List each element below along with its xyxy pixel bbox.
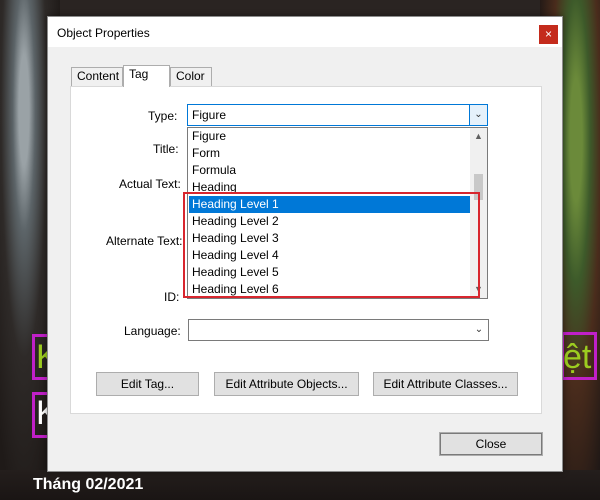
dropdown-option-figure[interactable]: Figure: [189, 128, 470, 145]
language-label: Language:: [124, 324, 181, 338]
alternate-text-label: Alternate Text:: [106, 234, 183, 248]
language-select[interactable]: ⌄: [188, 319, 489, 341]
tab-content[interactable]: Content: [71, 67, 123, 86]
close-button[interactable]: Close: [439, 432, 543, 456]
close-icon[interactable]: ×: [539, 25, 558, 44]
background-text-right-1: ệt: [563, 338, 592, 376]
title-label: Title:: [153, 142, 179, 156]
tab-tag[interactable]: Tag: [123, 65, 170, 87]
dialog-titlebar[interactable]: Object Properties ×: [48, 17, 562, 47]
actual-text-label: Actual Text:: [119, 177, 181, 191]
id-label: ID:: [164, 290, 180, 304]
highlight-box: [183, 192, 480, 298]
background-date-text: Tháng 02/2021: [33, 476, 144, 493]
dropdown-option-form[interactable]: Form: [189, 145, 470, 162]
type-select[interactable]: Figure ⌄: [187, 104, 488, 126]
scroll-up-icon[interactable]: ▲: [470, 128, 487, 145]
type-value: Figure: [192, 108, 227, 122]
edit-attribute-classes-button[interactable]: Edit Attribute Classes...: [373, 372, 518, 396]
edit-tag-button[interactable]: Edit Tag...: [96, 372, 199, 396]
dropdown-option-formula[interactable]: Formula: [189, 162, 470, 179]
type-label: Type:: [148, 109, 178, 123]
chevron-down-icon[interactable]: ⌄: [469, 105, 487, 125]
edit-attribute-objects-button[interactable]: Edit Attribute Objects...: [214, 372, 359, 396]
chevron-down-icon[interactable]: ⌄: [470, 320, 488, 340]
tab-color[interactable]: Color: [170, 67, 212, 86]
dialog-title: Object Properties: [57, 26, 150, 40]
